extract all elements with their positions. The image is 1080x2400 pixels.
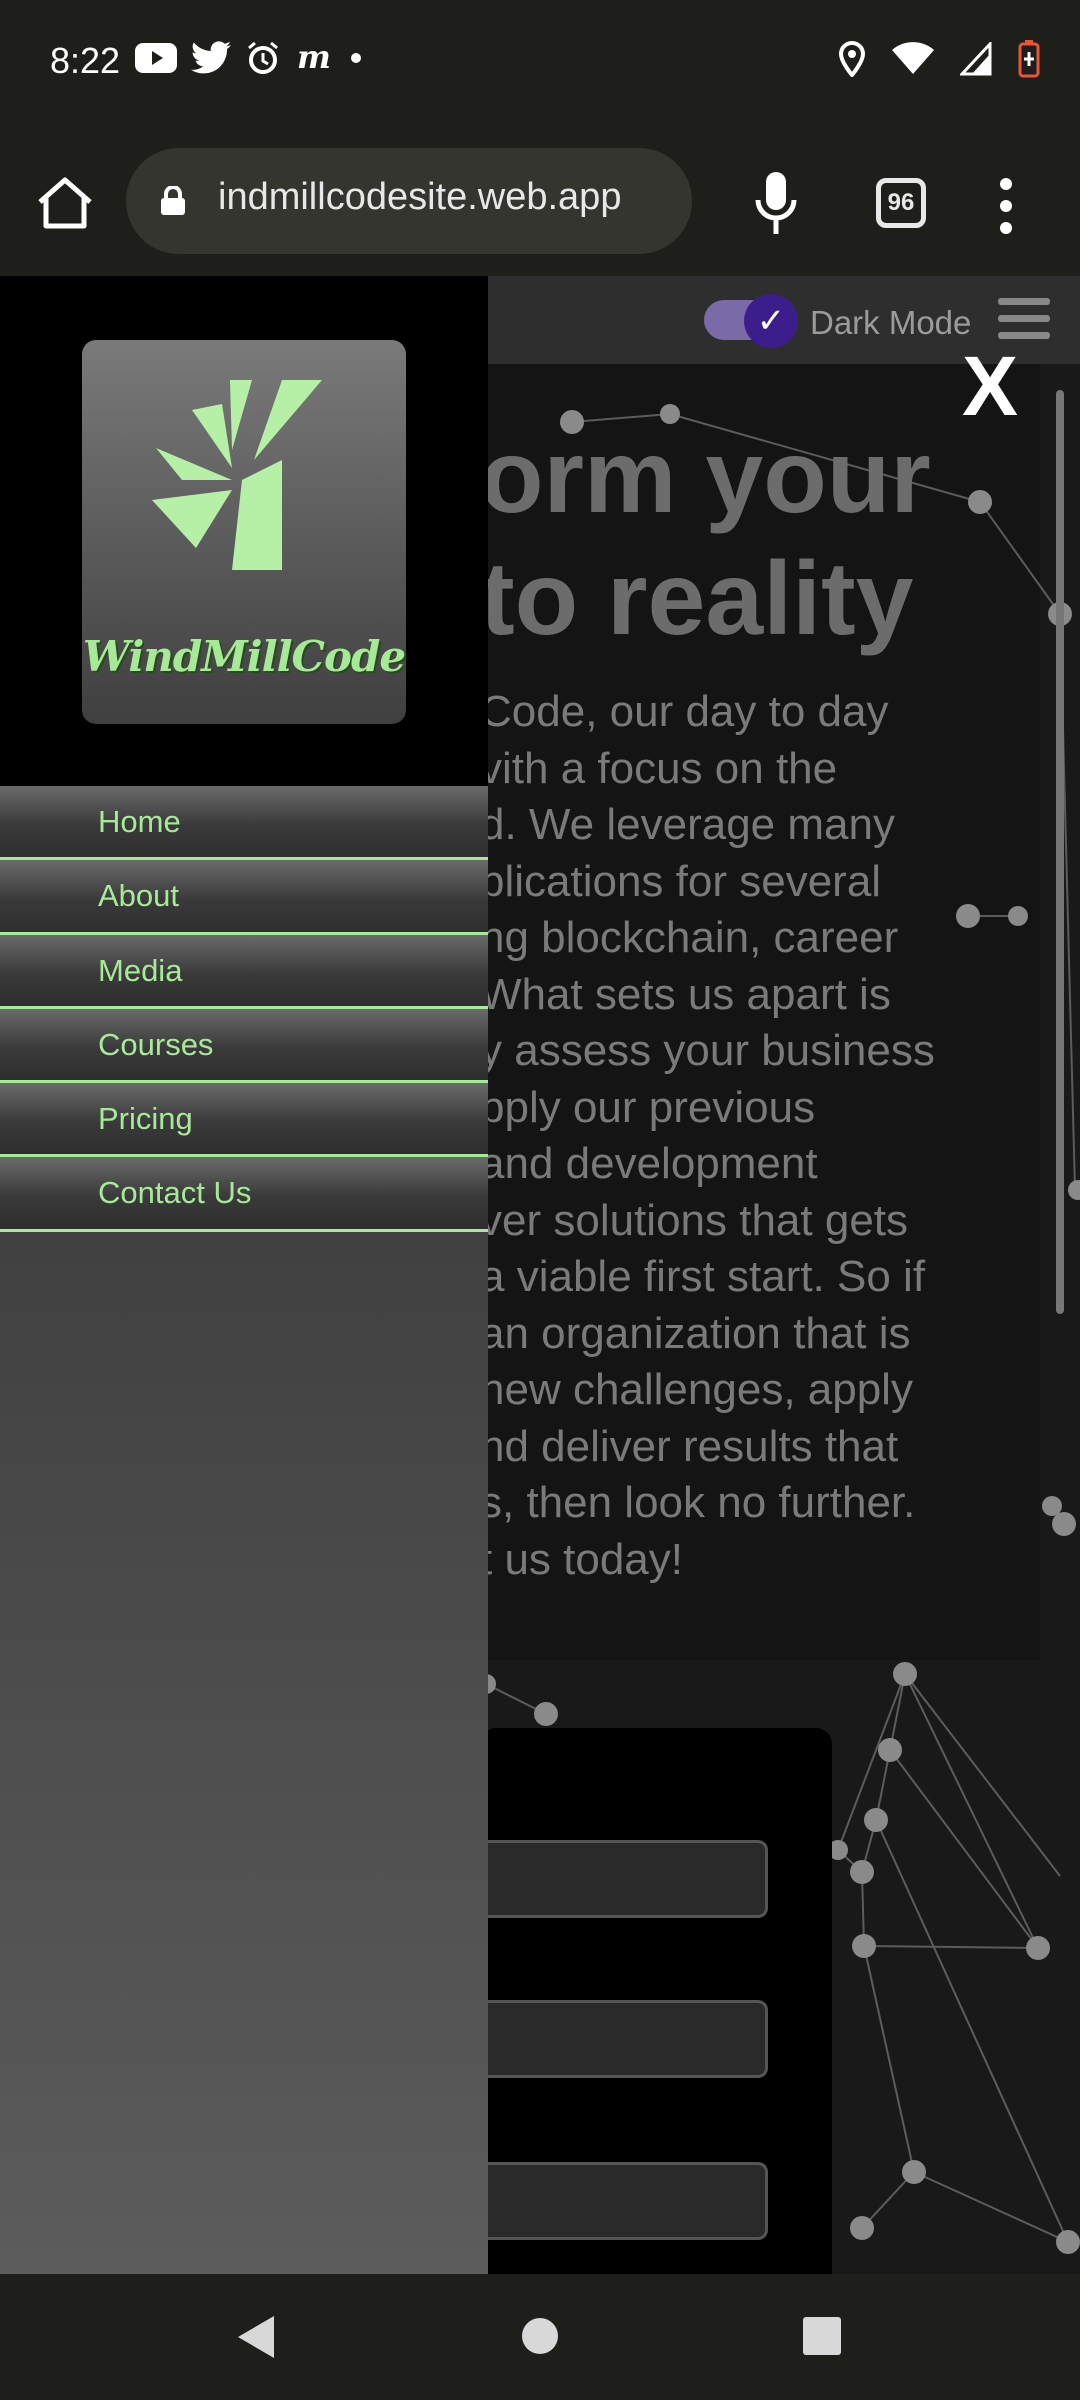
menu-item-courses[interactable]: Courses <box>0 1008 488 1084</box>
menu-item-home[interactable]: Home <box>0 786 488 861</box>
more-options-icon[interactable] <box>998 178 1014 234</box>
svg-text:m: m <box>297 42 331 74</box>
home-nav-icon[interactable] <box>520 2316 560 2356</box>
form-input-2[interactable] <box>480 2000 768 2078</box>
home-icon[interactable] <box>34 172 96 234</box>
form-input-1[interactable] <box>480 1840 768 1918</box>
menu-item-media[interactable]: Media <box>0 934 488 1009</box>
menu-item-label: Contact Us <box>98 1175 252 1211</box>
menu-item-contact-us[interactable]: Contact Us <box>0 1157 488 1232</box>
form-input-3[interactable] <box>480 2162 768 2240</box>
page-scrollbar[interactable] <box>1056 390 1064 1314</box>
menu-item-about[interactable]: About <box>0 860 488 935</box>
menu-item-label: About <box>98 878 180 914</box>
logo-text: WindMillCode <box>82 632 406 681</box>
microphone-icon[interactable] <box>754 170 798 236</box>
address-bar[interactable]: indmillcodesite.web.app <box>126 148 692 254</box>
status-bar: 8:22 m <box>0 0 1080 130</box>
browser-toolbar: indmillcodesite.web.app 96 <box>0 130 1080 276</box>
menu-item-label: Pricing <box>98 1101 193 1137</box>
menu-item-label: Home <box>98 804 181 839</box>
close-menu-button[interactable]: X <box>962 338 1018 435</box>
drawer-header: WindMillCode <box>0 276 488 786</box>
battery-icon <box>1018 40 1040 78</box>
signal-icon <box>960 42 992 76</box>
menu-item-label: Courses <box>98 1026 214 1062</box>
twitter-icon <box>191 41 231 74</box>
dot-icon <box>351 53 361 63</box>
status-time: 8:22 <box>50 40 121 81</box>
location-icon <box>838 41 866 77</box>
windmill-logo-icon <box>152 380 322 570</box>
drawer-menu: Home About Media Courses Pricing Contact… <box>0 786 488 1232</box>
system-status-icons <box>838 40 1040 78</box>
nav-drawer: WindMillCode Home About Media Courses Pr… <box>0 276 488 2274</box>
recents-icon[interactable] <box>802 2316 842 2356</box>
wifi-icon <box>892 42 934 74</box>
url-text: indmillcodesite.web.app <box>218 176 622 218</box>
app-m-icon: m <box>297 42 331 74</box>
lock-icon <box>161 186 185 215</box>
menu-item-pricing[interactable]: Pricing <box>0 1083 488 1158</box>
back-icon[interactable] <box>234 2314 278 2360</box>
tab-switcher-button[interactable]: 96 <box>876 178 926 228</box>
youtube-icon <box>135 43 177 73</box>
alarm-icon <box>248 41 278 74</box>
web-page: ✓ Dark Mode orm your to reality Code, ou… <box>0 276 1080 2274</box>
system-nav-bar <box>0 2274 1080 2400</box>
site-logo[interactable]: WindMillCode <box>82 340 406 724</box>
menu-item-label: Media <box>98 952 183 988</box>
notification-icons: m <box>135 40 363 76</box>
